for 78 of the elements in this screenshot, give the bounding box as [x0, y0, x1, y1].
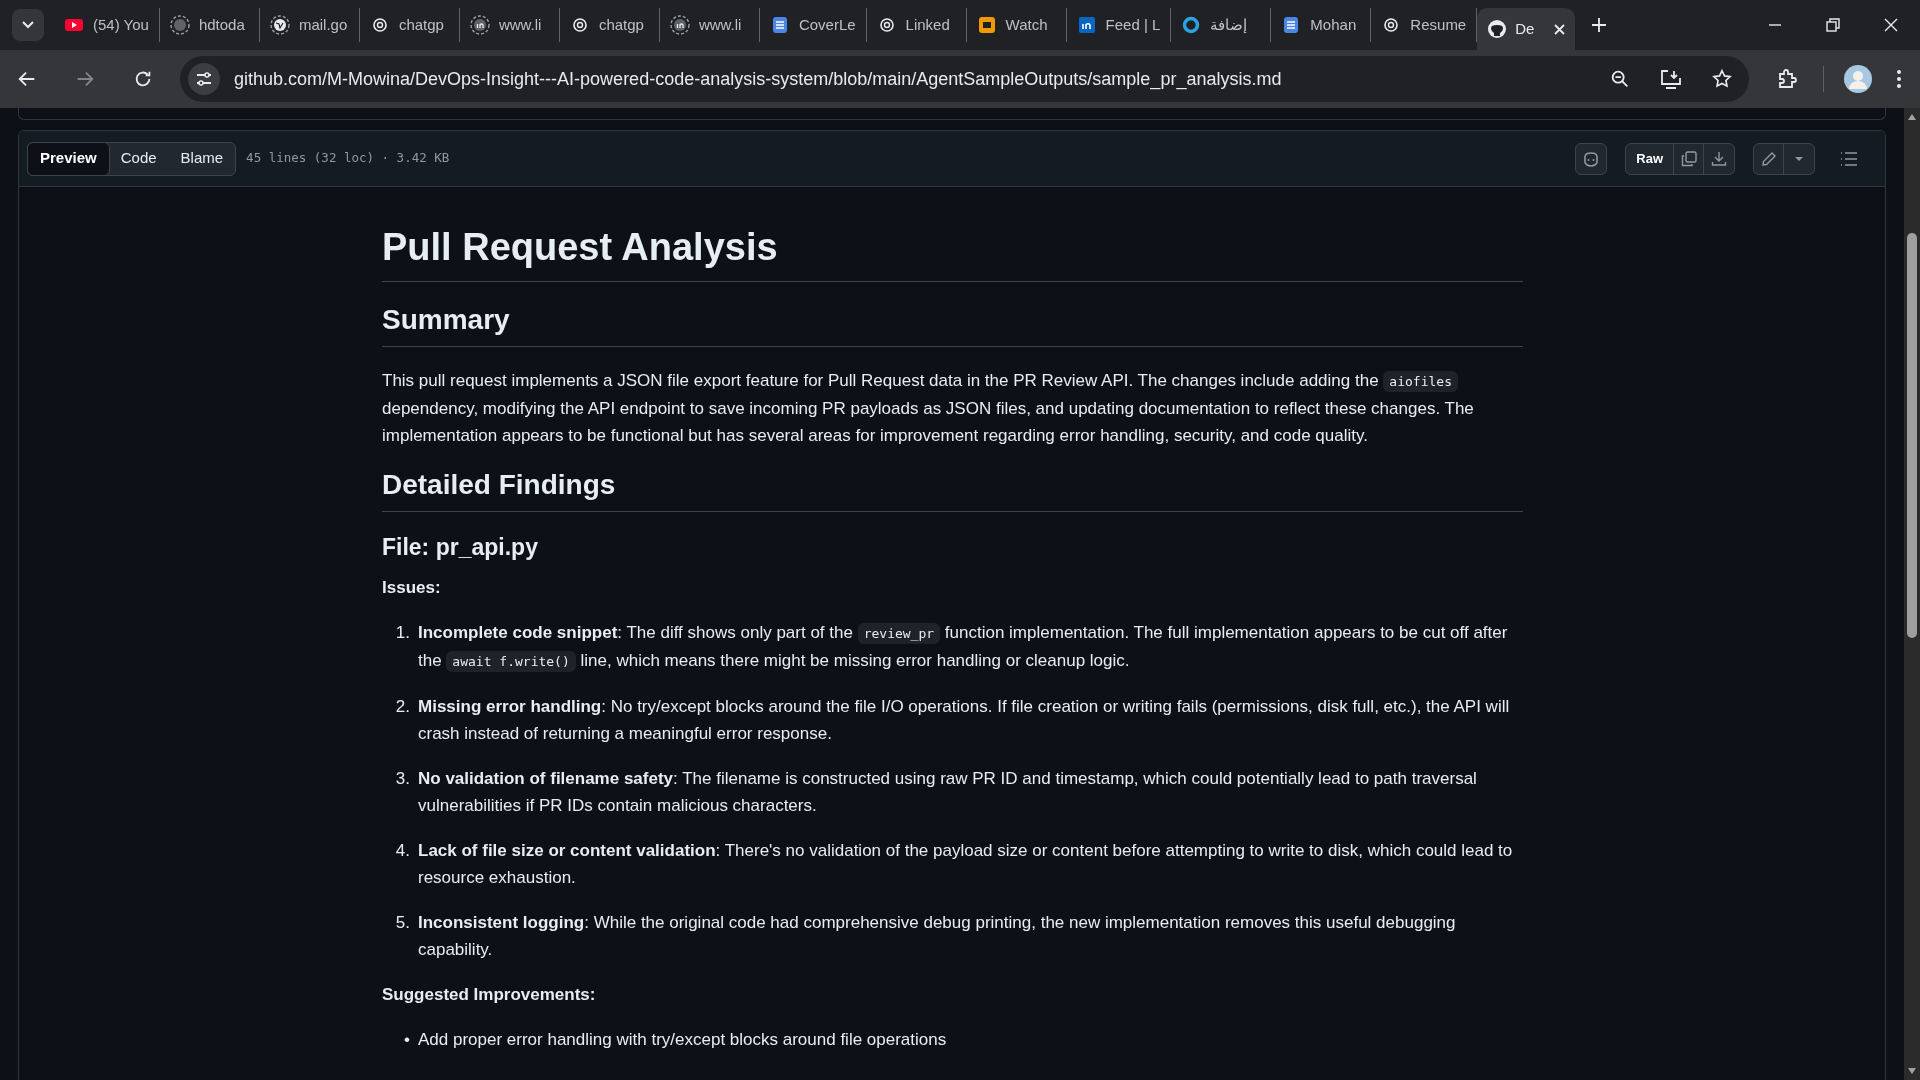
tab-title: www.li — [498, 14, 542, 35]
page-heading: Pull Request Analysis — [382, 223, 1523, 282]
browser-tab[interactable]: إضافة — [1171, 8, 1272, 42]
view-tab[interactable]: Code — [108, 142, 169, 175]
site-settings-icon[interactable] — [188, 63, 220, 95]
browser-tab[interactable]: CoverLe — [759, 8, 867, 42]
scrollbar[interactable] — [1904, 108, 1920, 1080]
download-icon — [1711, 150, 1727, 167]
tab-title: De — [1515, 18, 1535, 39]
view-tab[interactable]: Blame — [168, 142, 236, 175]
address-bar[interactable]: github.com/M-Mowina/DevOps-Insight---AI-powered-code-analysis-system/blob/main/AgentSampleOutputs/sample_pr_analysis.md — [180, 56, 1749, 102]
paragraph-label: Suggested Improvements: — [382, 984, 597, 1006]
section-heading: Detailed Findings — [382, 467, 1523, 512]
view-tab[interactable]: Preview — [27, 141, 110, 176]
tab-title: (54) You — [93, 14, 149, 35]
list-marker: 3. — [394, 768, 411, 790]
browser-tab[interactable]: www.li — [459, 8, 560, 42]
url-text: github.com/M-Mowina/DevOps-Insight---AI-powered-code-analysis-system/blob/main/AgentSampleOutputs/sample_pr_analysis.md — [234, 67, 1283, 92]
paragraph: This pull request implements a JSON file export feature for Pull Request data in the PR Review API. The changes include adding the aiofiles dependency, modifying the API endpoint to save incoming PR payloads as JSON files, and updating documentation to reflect these changes. The implementation appears to be functional but has several areas for improvement regarding error handling, security, and code quality. — [382, 370, 1475, 447]
scroll-up-icon[interactable] — [1907, 113, 1917, 121]
browser-tab[interactable]: chatgp — [559, 8, 660, 42]
tab-title: www.li — [698, 14, 742, 35]
restore-icon — [1824, 16, 1842, 34]
tab-title: Resume — [1410, 14, 1467, 35]
ring-icon — [1181, 15, 1202, 35]
chevron-down-icon — [22, 21, 34, 29]
list-item-text: Incomplete code snippet: The diff shows only part of the review_pr function implementation. The full implementation appears to be cut off after the await f.write() line, which means there might be missing error handling or cleanup logic. — [418, 622, 1509, 674]
browser-tab[interactable]: chatgp — [359, 8, 460, 42]
tab-title: mail.go — [298, 14, 348, 35]
list-marker: • — [403, 1029, 411, 1051]
minimize-icon — [1769, 24, 1781, 26]
close-icon — [1882, 16, 1900, 34]
browser-tab[interactable]: mail.go — [259, 8, 360, 42]
paragraph-label: Issues: — [382, 577, 442, 599]
tab-title: chatgp — [398, 14, 444, 35]
section-heading: Summary — [382, 302, 1523, 347]
menu-icon[interactable] — [1896, 69, 1902, 89]
file-info-text: 45 lines (32 loc) · 3.42 KB — [246, 149, 450, 168]
subsection-heading: File: pr_api.py — [382, 533, 539, 562]
tab-title: CoverLe — [798, 14, 856, 35]
scroll-thumb[interactable] — [1907, 233, 1917, 638]
profile-avatar-icon[interactable] — [1844, 65, 1872, 93]
browser-tab[interactable]: De — [1477, 8, 1576, 50]
tab-title: chatgp — [598, 14, 644, 35]
install-icon[interactable] — [1659, 68, 1683, 90]
bookmark-star-icon[interactable] — [1711, 68, 1733, 90]
caret-icon — [1794, 155, 1804, 162]
browser-tab[interactable]: (54) You — [54, 8, 160, 42]
list-item-text: No validation of filename safety: The filename is constructed using raw PR ID and timestamp, which could potentially lead to path traversal vulnerabilities if PR IDs contain malicious characters. — [418, 768, 1478, 817]
zoom-icon[interactable] — [1609, 68, 1631, 90]
browser-tab[interactable]: hdtoda — [159, 8, 260, 42]
list-marker: 1. — [394, 622, 411, 644]
close-icon[interactable] — [1554, 23, 1566, 35]
browser-tab[interactable]: Linked — [866, 8, 967, 42]
list-item-text: Inconsistent logging: While the original code had comprehensive debug printing, the new implementation removes this useful debugging capability. — [418, 912, 1457, 961]
list-marker: 5. — [394, 912, 411, 934]
list-item-text: Missing error handling: No try/except blocks around the file I/O operations. If file creation or writing fails (permissions, disk full, etc.), the API will crash instead of returning a meaningful error response. — [418, 696, 1511, 745]
tab-title: hdtoda — [198, 14, 245, 35]
list-item-text: Lack of file size or content validation: There's no validation of the payload size or content before attempting to write to disk, which could lead to resource exhaustion. — [418, 840, 1514, 889]
tab-title: Watch — [1005, 14, 1048, 35]
tab-title: Linked — [905, 14, 950, 35]
plus-icon — [1592, 18, 1607, 32]
scroll-down-icon[interactable] — [1907, 1067, 1917, 1075]
tab-search-button[interactable] — [12, 9, 44, 41]
pencil-icon — [1760, 150, 1777, 167]
copilot-button[interactable] — [1575, 142, 1608, 175]
tab-title: Mohan — [1310, 14, 1357, 35]
browser-tab[interactable]: www.li — [659, 8, 760, 42]
browser-tab[interactable]: Mohan — [1271, 8, 1372, 42]
list-marker: 4. — [394, 840, 411, 862]
browser-tab[interactable]: Feed | L — [1066, 8, 1172, 42]
list-marker: 2. — [394, 696, 411, 718]
list-item-text: Add proper error handling with try/except blocks around file operations — [418, 1029, 947, 1051]
copy-icon — [1680, 150, 1697, 167]
list-icon — [1840, 151, 1858, 166]
tab-title: Feed | L — [1105, 14, 1161, 35]
tab-title: إضافة — [1210, 14, 1248, 35]
browser-tab[interactable]: Watch — [966, 8, 1067, 42]
